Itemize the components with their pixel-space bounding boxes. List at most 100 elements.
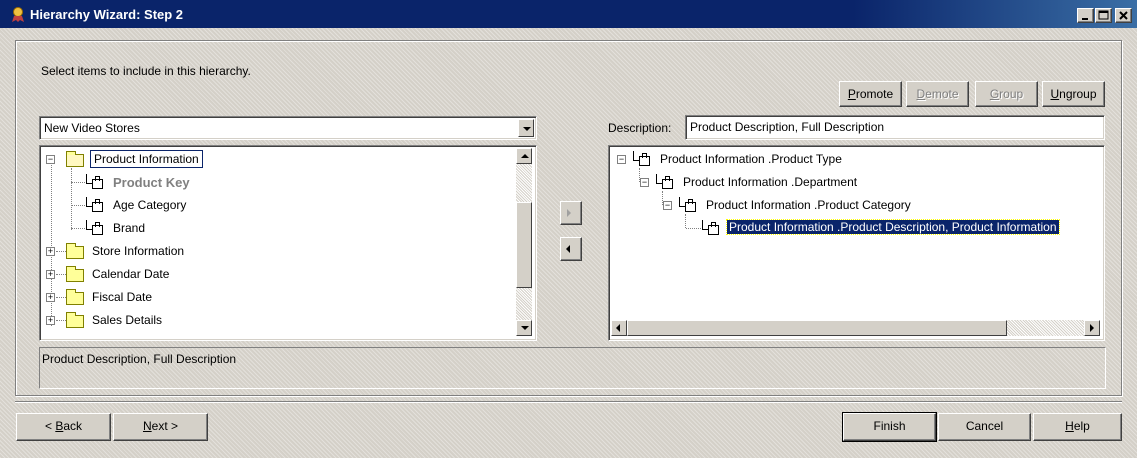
minimize-button[interactable] — [1077, 8, 1094, 23]
cancel-label: Cancel — [965, 419, 1004, 433]
scroll-thumb[interactable] — [627, 320, 1007, 336]
wizard-icon — [12, 7, 24, 22]
hierarchy-wizard-window: Hierarchy Wizard: Step 2 Select items to… — [0, 0, 1137, 458]
source-tree[interactable]: − Product Information Product Key Age Ca… — [39, 145, 537, 341]
group-button[interactable]: Group — [975, 81, 1038, 107]
tree-item-label: Age Category — [113, 198, 187, 212]
source-combo[interactable]: New Video Stores — [39, 116, 537, 140]
cancel-button[interactable]: Cancel — [938, 413, 1031, 441]
ungroup-label: Ungroup — [1050, 87, 1097, 101]
folder-icon — [66, 243, 84, 259]
description-label: Description: — [608, 121, 672, 135]
folder-icon — [66, 266, 84, 282]
tree-connector — [686, 228, 701, 229]
close-button[interactable] — [1115, 8, 1132, 23]
close-icon — [1119, 11, 1128, 20]
folder-icon — [66, 312, 84, 328]
hierarchy-item-label: Product Information .Product Description… — [726, 219, 1060, 235]
tree-item-sales-details[interactable]: + Sales Details — [40, 309, 510, 331]
arrow-right-icon — [567, 209, 571, 217]
tree-item-label: Product Information — [90, 150, 203, 168]
demote-button[interactable]: Demote — [906, 81, 969, 107]
level-icon — [702, 220, 720, 236]
tree-item-label: Fiscal Date — [92, 290, 153, 304]
status-panel: Product Description, Full Description — [39, 347, 1106, 389]
folder-icon — [66, 289, 84, 305]
tree-item-product-key[interactable]: Product Key — [40, 171, 510, 193]
scroll-up-button[interactable] — [516, 148, 532, 164]
promote-label: Promote — [847, 87, 894, 101]
maximize-icon — [1098, 10, 1109, 20]
tree-item-product-information[interactable]: − Product Information — [40, 148, 510, 170]
tree-item-store-information[interactable]: + Store Information — [40, 240, 510, 262]
title-bar: Hierarchy Wizard: Step 2 — [0, 0, 1137, 28]
expand-icon[interactable]: + — [46, 293, 55, 302]
hierarchy-level-product-category[interactable]: − Product Information .Product Category — [609, 194, 1099, 216]
expand-icon[interactable]: + — [46, 316, 55, 325]
tree-item-label: Calendar Date — [92, 267, 170, 281]
tree-item-label: Sales Details — [92, 313, 163, 327]
group-label: Group — [989, 87, 1024, 101]
scroll-left-button[interactable] — [611, 320, 627, 336]
hierarchy-item-label: Product Information .Product Category — [706, 198, 911, 212]
promote-button[interactable]: Promote — [839, 81, 902, 107]
hierarchy-level-department[interactable]: − Product Information .Department — [609, 171, 1099, 193]
collapse-icon[interactable]: − — [46, 155, 55, 164]
level-icon — [633, 151, 651, 167]
tree-connector — [56, 251, 66, 252]
window-title: Hierarchy Wizard: Step 2 — [30, 7, 184, 22]
level-icon — [679, 197, 697, 213]
hierarchy-level-product-type[interactable]: − Product Information .Product Type — [609, 148, 1099, 170]
hierarchy-tree[interactable]: − Product Information .Product Type − Pr… — [608, 145, 1105, 341]
hierarchy-item-label: Product Information .Department — [683, 175, 858, 189]
add-to-hierarchy-button[interactable] — [560, 201, 582, 225]
source-combo-value: New Video Stores — [44, 121, 140, 135]
back-label: < Back — [44, 419, 83, 433]
level-icon — [86, 197, 104, 213]
scroll-down-button[interactable] — [516, 320, 532, 336]
tree-item-brand[interactable]: Brand — [40, 217, 510, 239]
tree-item-age-category[interactable]: Age Category — [40, 194, 510, 216]
expand-icon[interactable]: + — [46, 270, 55, 279]
chevron-down-icon — [523, 127, 531, 131]
help-button[interactable]: Help — [1033, 413, 1122, 441]
back-button[interactable]: < Back — [16, 413, 111, 441]
help-label: Help — [1065, 419, 1090, 433]
next-button[interactable]: Next > — [113, 413, 208, 441]
collapse-icon[interactable]: − — [663, 201, 672, 210]
arrow-left-icon — [566, 245, 570, 253]
tree-item-label: Product Key — [113, 175, 190, 190]
tree-connector — [56, 297, 66, 298]
description-input[interactable]: Product Description, Full Description — [685, 115, 1105, 140]
level-icon — [86, 220, 104, 236]
next-label: Next > — [142, 419, 179, 433]
scroll-right-button[interactable] — [1084, 320, 1100, 336]
collapse-icon[interactable]: − — [617, 155, 626, 164]
description-value: Product Description, Full Description — [690, 120, 885, 134]
chevron-up-icon — [521, 154, 529, 158]
hierarchy-level-product-description[interactable]: Product Information .Product Description… — [609, 217, 1099, 239]
tree-item-calendar-date[interactable]: + Calendar Date — [40, 263, 510, 285]
remove-from-hierarchy-button[interactable] — [560, 237, 582, 261]
tree-item-label: Brand — [113, 221, 146, 235]
chevron-right-icon — [1090, 324, 1094, 332]
finish-label: Finish — [873, 419, 906, 433]
expand-icon[interactable]: + — [46, 247, 55, 256]
combo-dropdown-button[interactable] — [518, 119, 534, 137]
level-icon — [656, 174, 674, 190]
footer-separator — [15, 401, 1122, 403]
hierarchy-item-label: Product Information .Product Type — [660, 152, 842, 166]
demote-label: Demote — [916, 87, 959, 101]
folder-open-icon — [66, 151, 84, 167]
tree-connector — [56, 274, 66, 275]
ungroup-button[interactable]: Ungroup — [1042, 81, 1105, 107]
collapse-icon[interactable]: − — [640, 178, 649, 187]
tree-item-fiscal-date[interactable]: + Fiscal Date — [40, 286, 510, 308]
finish-button[interactable]: Finish — [842, 412, 937, 442]
instruction-text: Select items to include in this hierarch… — [41, 64, 251, 78]
tree-item-label: Store Information — [92, 244, 185, 258]
status-text: Product Description, Full Description — [42, 352, 237, 366]
chevron-left-icon — [616, 324, 620, 332]
scroll-thumb[interactable] — [516, 202, 532, 288]
maximize-button[interactable] — [1095, 8, 1112, 23]
